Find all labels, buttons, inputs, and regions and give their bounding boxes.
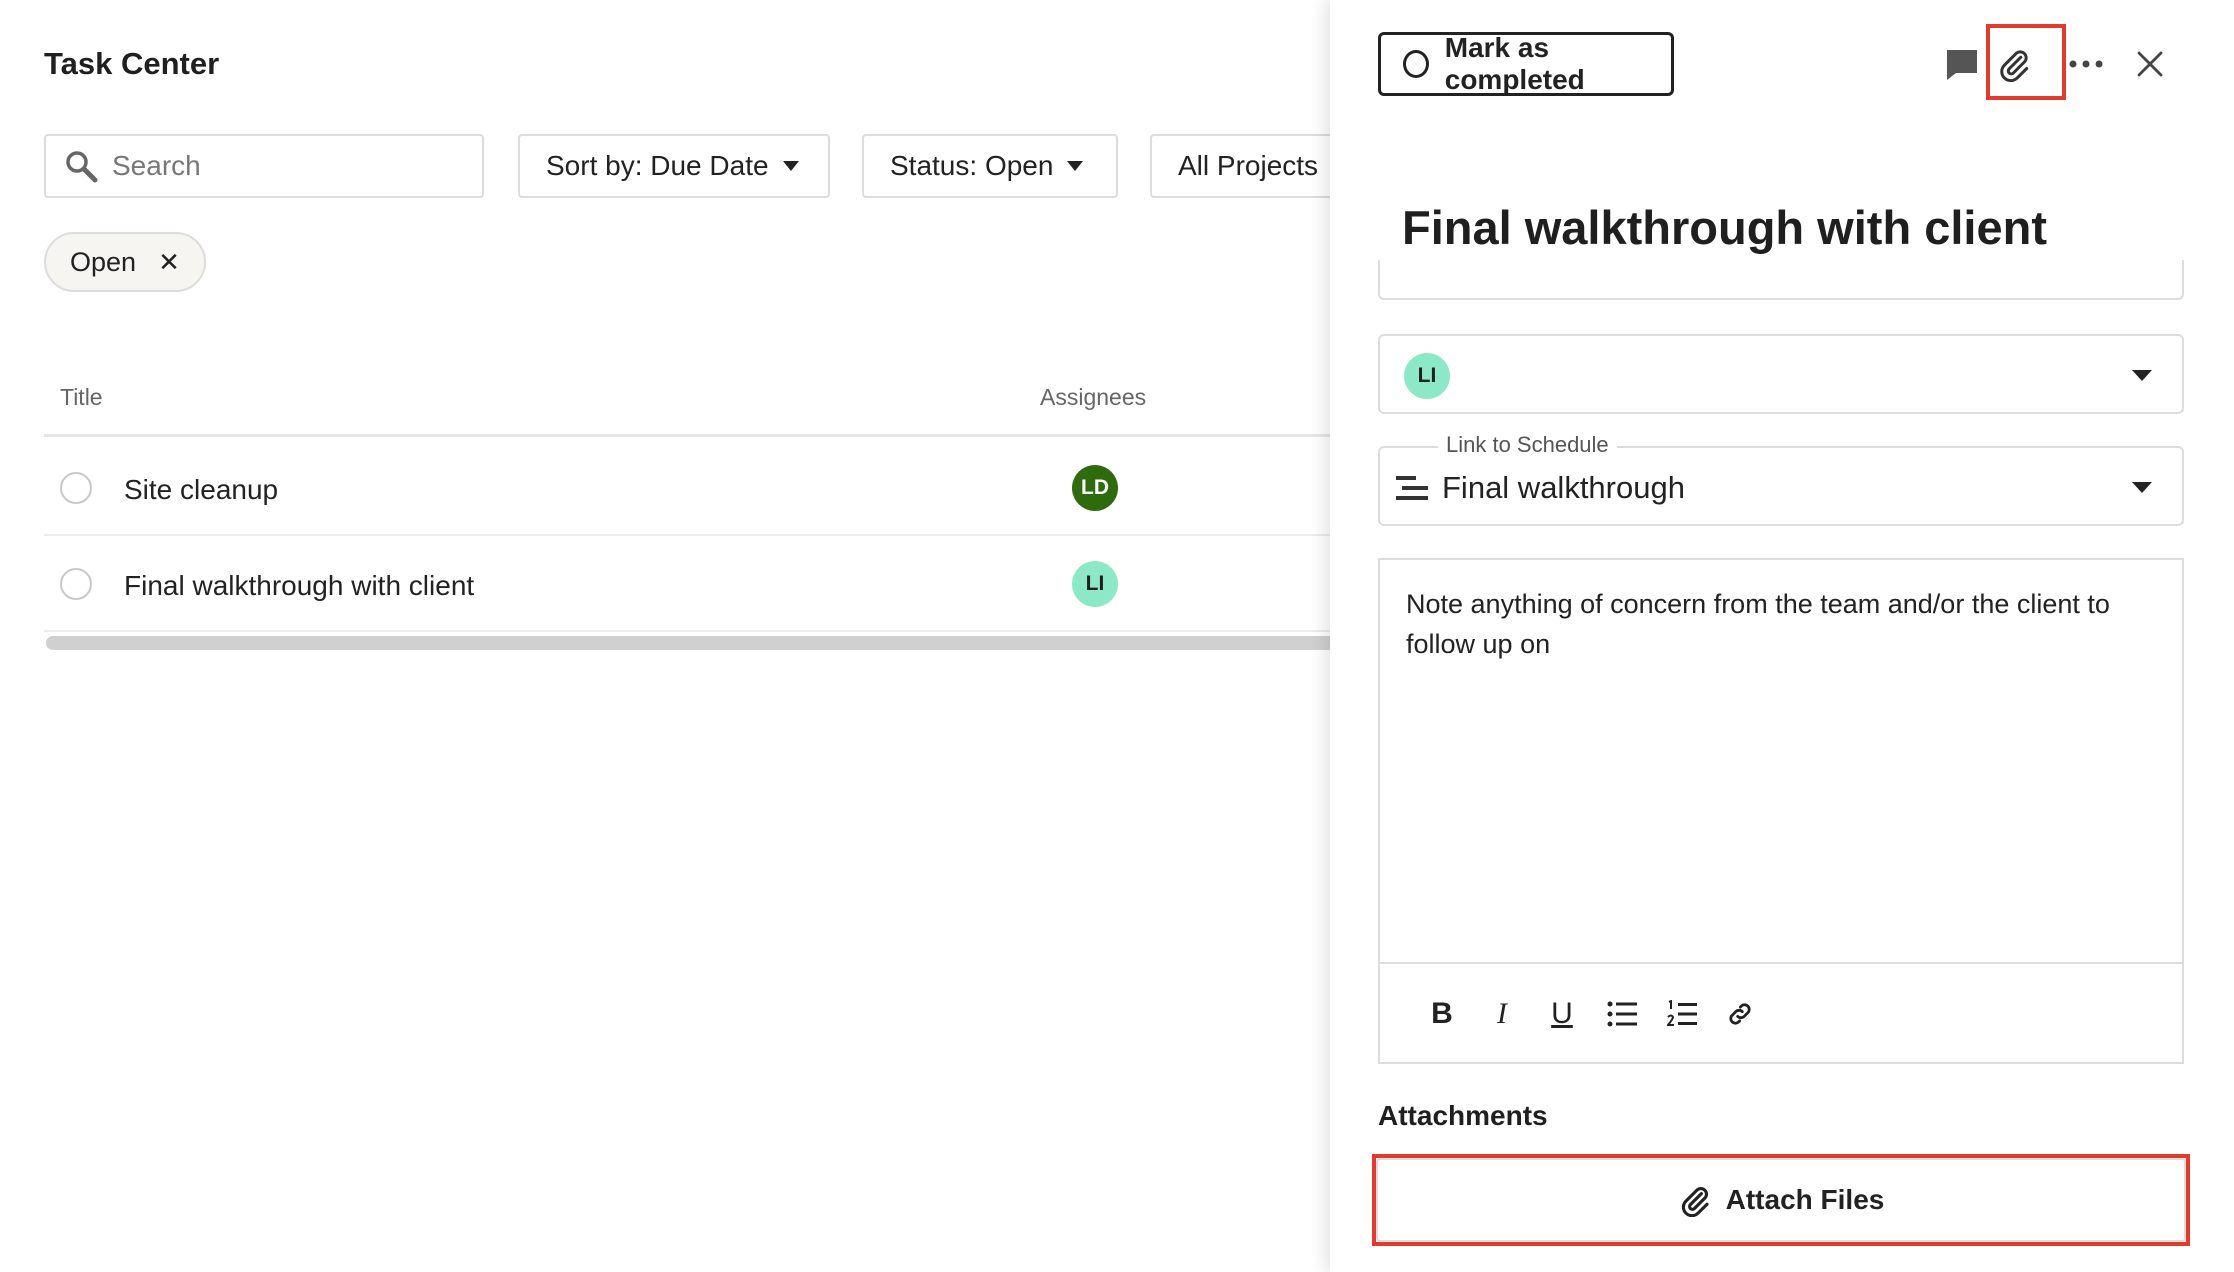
table-row[interactable]: Site cleanup LD [44, 440, 1330, 536]
more-icon [2069, 60, 2103, 68]
bullet-list-button[interactable] [1602, 994, 1642, 1034]
header-divider [44, 434, 1330, 437]
close-panel-button[interactable] [2130, 44, 2170, 84]
mark-completed-label: Mark as completed [1444, 32, 1585, 95]
task-title[interactable]: Site cleanup [124, 474, 278, 506]
avatar: LI [1072, 561, 1118, 607]
bullet-list-icon [1607, 1001, 1637, 1027]
horizontal-scrollbar[interactable] [46, 636, 1330, 650]
complete-checkbox[interactable] [60, 568, 92, 600]
numbered-list-button[interactable] [1662, 994, 1702, 1034]
schedule-label: Link to Schedule [1438, 432, 1617, 458]
numbered-list-icon [1667, 1000, 1697, 1026]
bold-button[interactable]: B [1422, 994, 1462, 1034]
mark-as-completed-button[interactable]: Mark as completed [1378, 32, 1674, 96]
hidden-field[interactable] [1378, 260, 2184, 300]
status-label: Status: Open [890, 150, 1054, 181]
task-detail-panel: Mark as completed Final walkthrough with… [1330, 0, 2234, 1272]
link-to-schedule-select[interactable]: Link to Schedule Final walkthrough [1378, 432, 2184, 526]
project-dropdown[interactable]: All Projects [1150, 134, 1330, 198]
underline-button[interactable]: U [1542, 994, 1582, 1034]
task-title[interactable]: Final walkthrough with client [124, 570, 474, 602]
schedule-value: Final walkthrough [1442, 470, 1685, 505]
search-input[interactable]: Search [44, 134, 484, 198]
chevron-down-icon [2132, 370, 2152, 381]
more-options-button[interactable] [2064, 44, 2108, 84]
notes-text[interactable]: Note anything of concern from the team a… [1406, 584, 2166, 664]
chip-label: Open [70, 246, 137, 277]
column-header-title[interactable]: Title [60, 384, 103, 411]
link-icon [1729, 1003, 1751, 1025]
search-placeholder: Search [112, 150, 201, 181]
sort-dropdown[interactable]: Sort by: Due Date [518, 134, 830, 198]
column-header-assignees[interactable]: Assignees [1040, 384, 1146, 411]
chevron-down-icon [2132, 482, 2152, 493]
attach-files-highlight [1372, 1154, 2190, 1246]
chevron-down-icon [782, 161, 799, 171]
remove-chip-icon[interactable]: ✕ [158, 247, 180, 278]
attachments-heading: Attachments [1378, 1100, 1548, 1131]
editor-toolbar: B I U [1380, 962, 2182, 1062]
assignee-select[interactable]: LI [1378, 334, 2184, 414]
task-center: Task Center Search Sort by: Due Date Sta… [0, 0, 1330, 1272]
task-title[interactable]: Final walkthrough with client [1402, 200, 2047, 255]
sort-label: Sort by: Due Date [546, 150, 769, 181]
chevron-down-icon [1067, 161, 1084, 171]
page-title: Task Center [44, 46, 220, 81]
comment-button[interactable] [1942, 44, 1982, 84]
project-label: All Projects [1178, 150, 1319, 181]
italic-button[interactable]: I [1482, 994, 1522, 1034]
avatar: LD [1072, 465, 1118, 511]
schedule-gantt-icon [1396, 476, 1428, 500]
search-icon [66, 151, 98, 183]
complete-checkbox[interactable] [60, 472, 92, 504]
filter-chip-open: Open ✕ [44, 232, 206, 292]
table-row[interactable]: Final walkthrough with client LI [44, 536, 1330, 632]
status-dropdown[interactable]: Status: Open [862, 134, 1118, 198]
link-button[interactable] [1720, 994, 1760, 1034]
notes-editor[interactable]: Note anything of concern from the team a… [1378, 558, 2184, 1064]
avatar: LI [1404, 353, 1450, 399]
comment-icon [1947, 50, 1977, 80]
attach-button-highlight [1986, 24, 2066, 100]
circle-icon [1403, 50, 1429, 78]
close-icon [2137, 51, 2163, 77]
